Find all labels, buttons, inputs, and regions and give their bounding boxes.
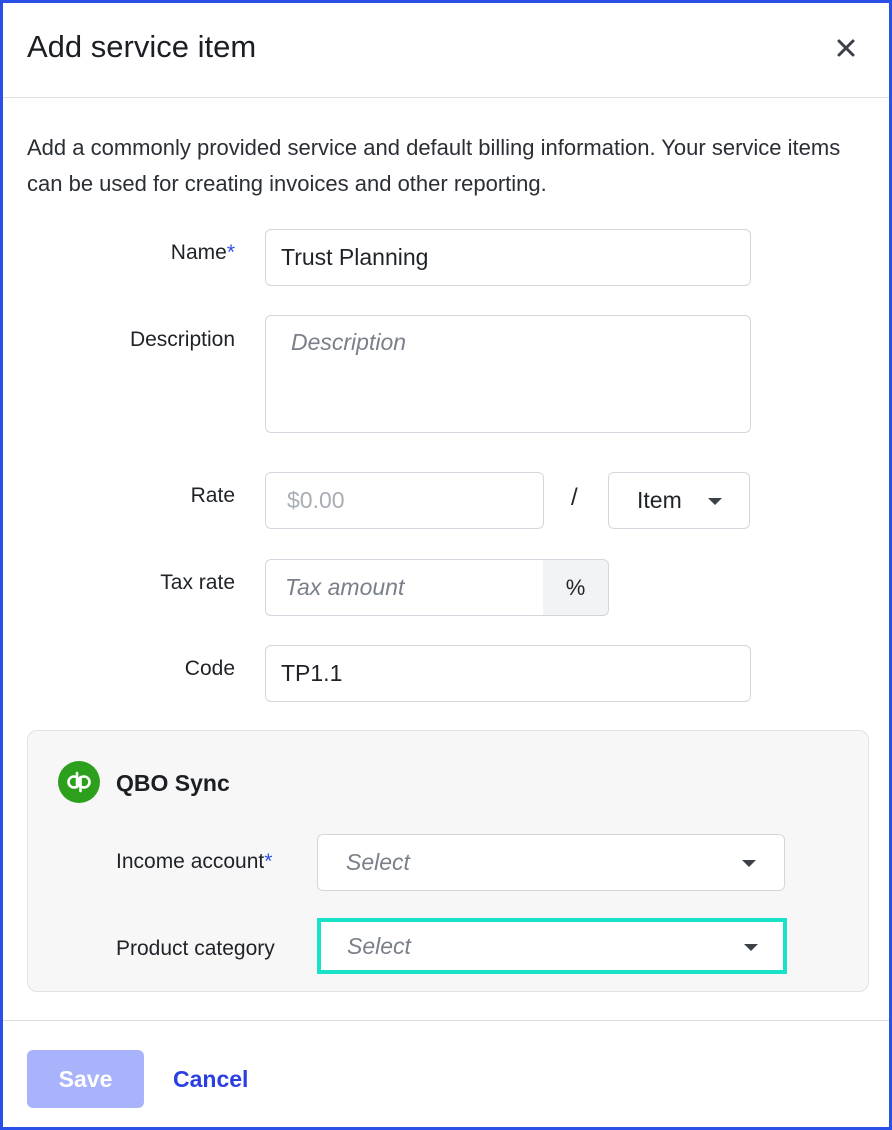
tax-amount-placeholder: Tax amount xyxy=(285,574,405,600)
rate-separator: / xyxy=(571,484,578,511)
product-category-label: Product category xyxy=(116,937,275,960)
name-label-text: Name xyxy=(170,241,227,264)
income-account-value: Select xyxy=(346,849,410,875)
chevron-down-icon xyxy=(708,498,722,505)
chevron-down-icon xyxy=(744,944,758,951)
required-marker: * xyxy=(226,241,235,264)
income-account-label: Income account* xyxy=(116,850,272,874)
rate-placeholder: $0.00 xyxy=(287,487,345,513)
add-service-item-dialog: Add service item Add a commonly provided… xyxy=(0,0,892,1130)
qbo-sync-title: QBO Sync xyxy=(116,770,230,796)
description-placeholder: Description xyxy=(291,329,407,355)
description-label: Description xyxy=(129,328,235,351)
chevron-down-icon xyxy=(742,860,756,867)
tax-amount-input[interactable]: Tax amount xyxy=(265,559,544,616)
rate-label: Rate xyxy=(190,484,235,507)
tax-rate-label: Tax rate xyxy=(160,571,235,594)
rate-unit-select[interactable]: Item xyxy=(608,472,750,529)
quickbooks-logo-mark xyxy=(67,771,91,793)
rate-input[interactable]: $0.00 xyxy=(265,472,544,529)
tax-percent-addon: % xyxy=(543,559,609,616)
income-account-label-text: Income account xyxy=(116,850,265,873)
qbo-sync-panel: QBO Sync Income account* Select Product … xyxy=(27,730,869,992)
product-category-select[interactable]: Select xyxy=(317,918,787,974)
close-icon xyxy=(837,39,855,57)
code-input[interactable]: TP1.1 xyxy=(265,645,751,702)
description-textarea[interactable]: Description xyxy=(265,315,751,433)
name-input-value: Trust Planning xyxy=(281,244,429,270)
income-account-select[interactable]: Select xyxy=(317,834,785,891)
name-input[interactable]: Trust Planning xyxy=(265,229,751,286)
save-button[interactable]: Save xyxy=(27,1050,144,1108)
cancel-button[interactable]: Cancel xyxy=(173,1050,248,1108)
product-category-value: Select xyxy=(347,932,411,959)
quickbooks-logo-icon xyxy=(58,761,100,803)
name-label: Name* xyxy=(15,241,235,265)
footer-divider xyxy=(3,1020,889,1021)
code-label: Code xyxy=(184,657,235,680)
rate-unit-value: Item xyxy=(637,487,682,513)
code-input-value: TP1.1 xyxy=(281,660,343,686)
close-button[interactable] xyxy=(831,33,861,63)
dialog-header: Add service item xyxy=(3,3,889,98)
required-marker: * xyxy=(264,850,273,873)
dialog-intro: Add a commonly provided service and defa… xyxy=(27,135,841,196)
dialog-title: Add service item xyxy=(27,29,257,64)
